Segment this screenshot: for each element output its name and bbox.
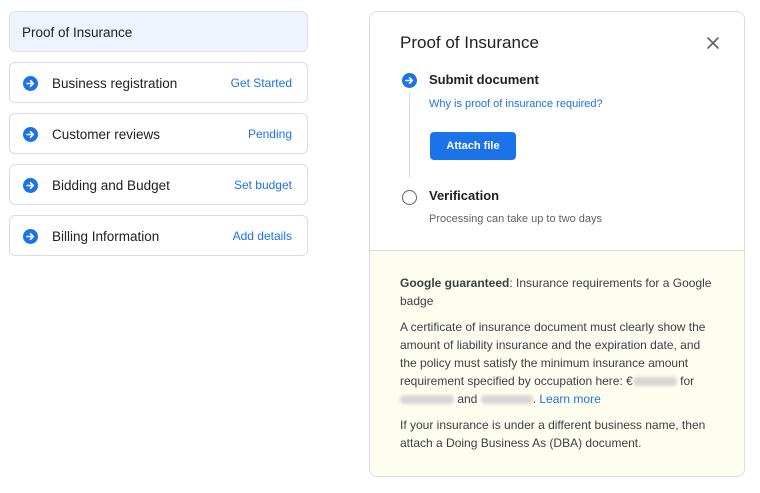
blurred-occupation [400, 395, 454, 405]
why-insurance-required-link[interactable]: Why is proof of insurance required? [429, 98, 603, 110]
checklist-item-label: Customer reviews [52, 127, 161, 142]
blurred-occupation [480, 395, 533, 405]
insurance-info-box: Google guaranteed: Insurance requirement… [370, 250, 744, 476]
arrow-right-icon [23, 178, 38, 193]
submit-document-step-title: Submit document [429, 72, 539, 87]
attach-file-button[interactable]: Attach file [430, 132, 516, 160]
checklist-item-billing-information[interactable]: Billing Information Add details [9, 215, 308, 256]
checklist-item-business-registration[interactable]: Business registration Get Started [9, 62, 308, 103]
checklist-item-label: Proof of Insurance [22, 25, 133, 40]
checklist-item-proof-of-insurance[interactable]: Proof of Insurance [9, 11, 308, 52]
for-text: for [676, 374, 695, 388]
step-connector-line [409, 92, 410, 178]
verification-step-subtitle: Processing can take up to two days [429, 213, 603, 225]
panel-title: Proof of Insurance [400, 33, 539, 52]
verification-step-title: Verification [429, 188, 500, 203]
set-budget-link[interactable]: Set budget [234, 165, 292, 206]
checklist-item-label: Billing Information [52, 229, 160, 244]
arrow-right-icon [23, 229, 38, 244]
step-active-arrow-icon [402, 73, 417, 88]
guarantee-bold: Google guaranteed [400, 276, 510, 290]
blurred-amount [632, 377, 677, 387]
arrow-right-icon [23, 76, 38, 91]
checklist-item-label: Bidding and Budget [52, 178, 170, 193]
checklist-item-label: Business registration [52, 76, 178, 91]
insurance-requirements-text: A certificate of insurance document must… [400, 318, 718, 408]
dba-text: If your insurance is under a different b… [400, 418, 706, 450]
and-text: and [454, 392, 481, 406]
close-icon[interactable] [706, 36, 720, 50]
get-started-link[interactable]: Get Started [231, 63, 292, 104]
pending-link[interactable]: Pending [248, 114, 292, 155]
checklist-item-bidding-budget[interactable]: Bidding and Budget Set budget [9, 164, 308, 205]
add-details-link[interactable]: Add details [233, 216, 292, 257]
proof-of-insurance-panel: Proof of Insurance Submit document Why i… [369, 11, 745, 477]
step-pending-circle-icon [402, 190, 417, 205]
learn-more-link[interactable]: Learn more [539, 392, 600, 406]
arrow-right-icon [23, 127, 38, 142]
checklist-item-customer-reviews[interactable]: Customer reviews Pending [9, 113, 308, 154]
guarantee-heading: Google guaranteed: Insurance requirement… [400, 274, 718, 310]
